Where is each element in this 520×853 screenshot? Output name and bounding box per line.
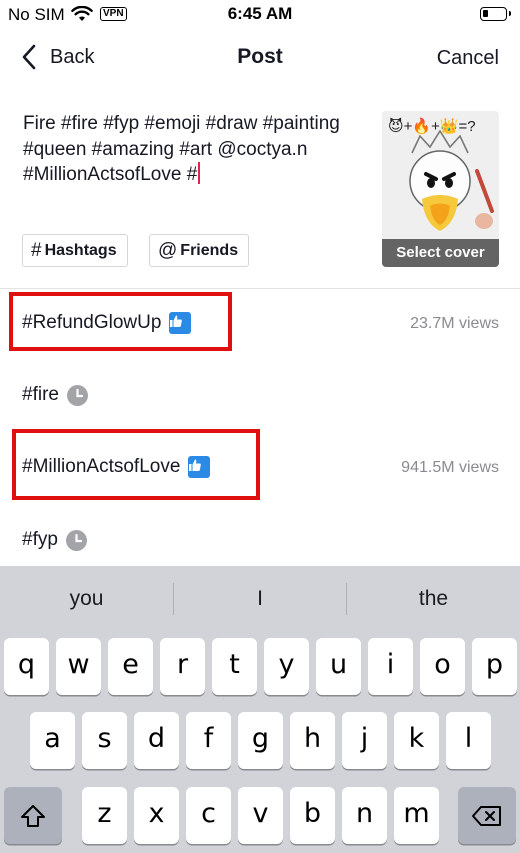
suggestion-tag: #fire [22, 384, 59, 405]
carrier-label: No SIM [8, 5, 65, 24]
caption-input[interactable]: Fire #fire #fyp #emoji #draw #painting #… [23, 111, 353, 188]
key-x[interactable]: x [134, 787, 179, 844]
predictive-bar: you I the [0, 566, 520, 632]
key-a[interactable]: a [30, 712, 75, 769]
hashtags-chip[interactable]: # Hashtags [22, 234, 128, 267]
cover-thumbnail[interactable]: 😈+🔥+👑=? Select cover [382, 111, 499, 267]
key-s[interactable]: s [82, 712, 127, 769]
select-cover-button[interactable]: Select cover [382, 239, 499, 267]
chevron-left-icon [22, 44, 36, 70]
back-label: Back [50, 45, 95, 68]
cancel-button[interactable]: Cancel [437, 47, 499, 70]
key-g[interactable]: g [238, 712, 283, 769]
key-m[interactable]: m [394, 787, 439, 844]
key-j[interactable]: j [342, 712, 387, 769]
key-o[interactable]: o [420, 638, 465, 695]
drawing-image [409, 129, 494, 231]
key-r[interactable]: r [160, 638, 205, 695]
caption-text: Fire #fire #fyp #emoji #draw #painting #… [23, 113, 340, 185]
hashtag-suggestion[interactable]: #fyp [0, 521, 520, 565]
key-u[interactable]: u [316, 638, 361, 695]
friends-chip[interactable]: @ Friends [149, 234, 250, 267]
vpn-badge: VPN [100, 7, 127, 21]
key-t[interactable]: t [212, 638, 257, 695]
prediction-you[interactable]: you [0, 566, 173, 632]
key-y[interactable]: y [264, 638, 309, 695]
prediction-i[interactable]: I [174, 566, 346, 632]
key-l[interactable]: l [446, 712, 491, 769]
key-h[interactable]: h [290, 712, 335, 769]
divider [0, 288, 520, 289]
hashtag-suggestion[interactable]: #fire [0, 376, 520, 420]
text-cursor [198, 162, 201, 184]
key-z[interactable]: z [82, 787, 127, 844]
key-i[interactable]: i [368, 638, 413, 695]
key-f[interactable]: f [186, 712, 231, 769]
key-c[interactable]: c [186, 787, 231, 844]
suggestion-tag: #fyp [22, 529, 58, 550]
wifi-icon [71, 6, 93, 21]
hashtags-chip-label: Hashtags [44, 241, 117, 259]
key-w[interactable]: w [56, 638, 101, 695]
highlight-box [12, 429, 260, 500]
status-bar: No SIM VPN 6:45 AM [0, 0, 520, 30]
shift-key[interactable] [4, 787, 62, 844]
key-q[interactable]: q [4, 638, 49, 695]
nav-bar: Back Post Cancel [0, 30, 520, 88]
clock-icon [66, 384, 88, 406]
highlight-box [9, 292, 232, 351]
at-icon: @ [158, 239, 178, 261]
prediction-the[interactable]: the [347, 566, 520, 632]
key-b[interactable]: b [290, 787, 335, 844]
key-n[interactable]: n [342, 787, 387, 844]
hash-icon: # [31, 239, 42, 261]
suggestion-views: 23.7M views [410, 315, 499, 332]
key-e[interactable]: e [108, 638, 153, 695]
key-p[interactable]: p [472, 638, 517, 695]
key-d[interactable]: d [134, 712, 179, 769]
backspace-icon [472, 805, 501, 826]
back-button[interactable]: Back [22, 44, 94, 70]
battery-icon [480, 7, 511, 21]
clock-icon [65, 529, 87, 551]
suggestion-views: 941.5M views [401, 459, 499, 476]
shift-icon [21, 804, 45, 827]
key-k[interactable]: k [394, 712, 439, 769]
keyboard: you I the q w e r t y u i o p a s d f g … [0, 566, 520, 853]
friends-chip-label: Friends [180, 241, 239, 259]
delete-key[interactable] [458, 787, 516, 844]
key-v[interactable]: v [238, 787, 283, 844]
